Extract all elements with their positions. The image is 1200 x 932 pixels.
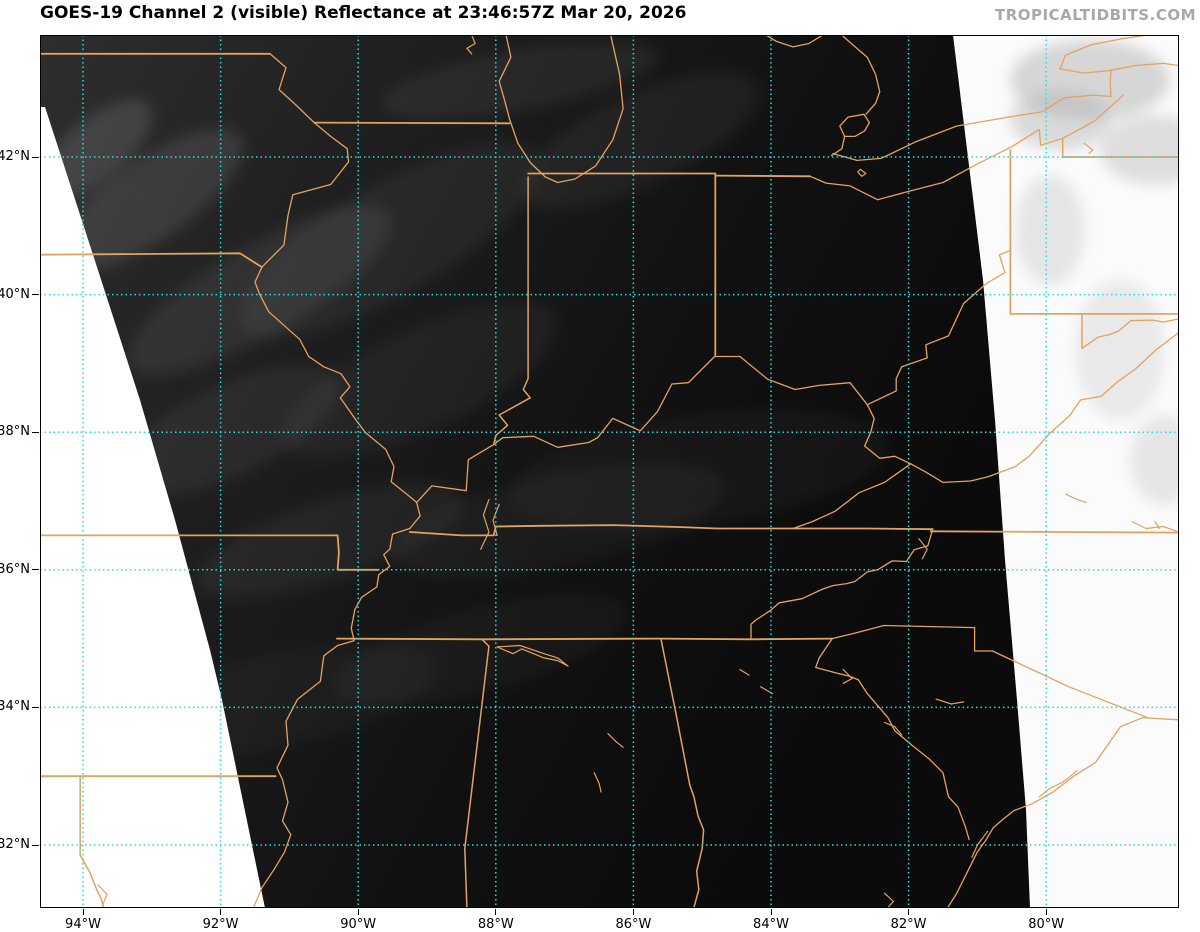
border-wi-il [314, 123, 509, 124]
lat-tick-label: 34°N [0, 699, 30, 714]
lat-tick-mark [32, 569, 39, 570]
lon-tick-label: 90°W [333, 917, 383, 932]
border-lat35 [337, 639, 832, 640]
satellite-map-svg [40, 35, 1179, 908]
niagara-river [1110, 70, 1111, 96]
map-canvas [40, 35, 1179, 908]
lon-tick-mark [358, 909, 359, 915]
lat-tick-mark [32, 432, 39, 433]
lat-tick-label: 42°N [0, 149, 30, 164]
lon-tick-mark [495, 909, 496, 915]
lon-tick-label: 88°W [471, 917, 521, 932]
lat-tick-label: 36°N [0, 562, 30, 577]
cloud-gray-patch [1015, 175, 1085, 285]
lat-tick-label: 40°N [0, 287, 30, 302]
lat-tick-mark [32, 157, 39, 158]
page-title: GOES-19 Channel 2 (visible) Reflectance … [40, 3, 686, 23]
lon-tick-label: 80°W [1021, 917, 1071, 932]
border-mi-oh [715, 176, 810, 177]
lon-tick-mark [1046, 909, 1047, 915]
lon-tick-mark [771, 909, 772, 915]
lat-tick-mark [32, 845, 39, 846]
lon-tick-label: 92°W [196, 917, 246, 932]
watermark-tropicaltidbits: TROPICALTIDBITS.COM [995, 6, 1196, 24]
page: { "header": { "title": "GOES-19 Channel … [0, 0, 1200, 929]
lat-tick-mark [32, 294, 39, 295]
lon-tick-label: 84°W [746, 917, 796, 932]
lat-tick-label: 32°N [0, 837, 30, 852]
lon-tick-mark [908, 909, 909, 915]
lon-tick-label: 86°W [608, 917, 658, 932]
lon-tick-label: 94°W [58, 917, 108, 932]
border-tn-va [793, 529, 933, 530]
lon-tick-mark [633, 909, 634, 915]
lon-tick-mark [83, 909, 84, 915]
lat-tick-mark [32, 707, 39, 708]
lon-tick-mark [220, 909, 221, 915]
lon-tick-label: 82°W [884, 917, 934, 932]
lat-tick-label: 38°N [0, 424, 30, 439]
